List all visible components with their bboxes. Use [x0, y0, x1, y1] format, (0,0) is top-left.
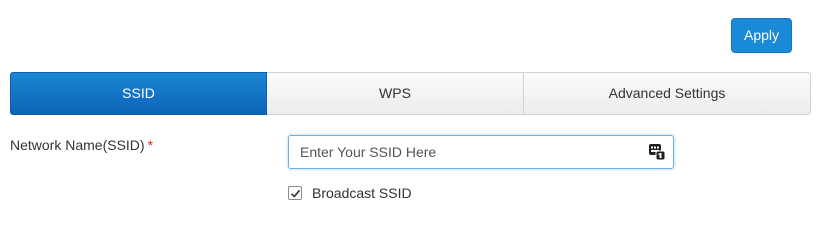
keys-icon[interactable]	[648, 143, 666, 161]
tab-wps[interactable]: WPS	[267, 72, 524, 115]
required-marker: *	[147, 137, 154, 153]
ssid-field-label: Network Name(SSID) *	[10, 137, 153, 153]
checkmark-icon	[290, 189, 301, 198]
wireless-settings-page: Apply SSID WPS Advanced Settings Network…	[0, 0, 821, 218]
tab-bar: SSID WPS Advanced Settings	[10, 72, 811, 115]
ssid-label-text: Network Name(SSID)	[10, 137, 145, 153]
ssid-input[interactable]	[289, 136, 639, 168]
tab-advanced-settings[interactable]: Advanced Settings	[524, 72, 811, 115]
ssid-input-container	[288, 135, 674, 169]
broadcast-ssid-checkbox[interactable]	[288, 186, 302, 200]
broadcast-ssid-option[interactable]: Broadcast SSID	[288, 185, 412, 201]
apply-button[interactable]: Apply	[731, 18, 792, 53]
broadcast-ssid-label: Broadcast SSID	[312, 185, 412, 201]
tab-ssid[interactable]: SSID	[10, 72, 267, 115]
